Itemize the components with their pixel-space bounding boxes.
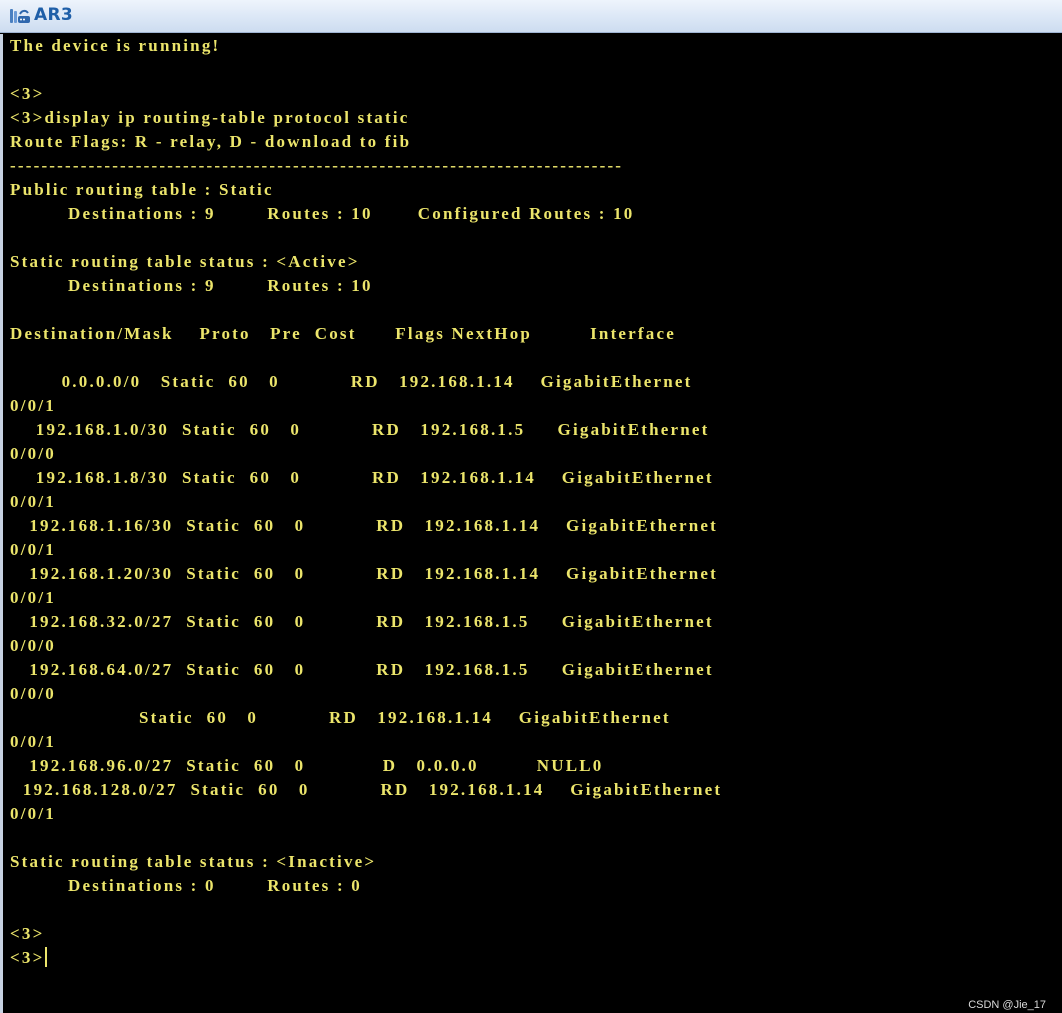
terminal-line: 0/0/1 (10, 396, 56, 415)
terminal-output: The device is running! <3> <3>display ip r… (10, 34, 1062, 970)
terminal-line: 192.168.1.8/30 Static 60 0 RD 192.168.1.… (10, 468, 714, 487)
terminal-line: <3> (10, 946, 1062, 970)
terminal-line: 0/0/1 (10, 804, 56, 823)
terminal-line: 192.168.64.0/27 Static 60 0 RD 192.168.1… (10, 660, 714, 679)
terminal-line: Static routing table status : <Inactive> (10, 852, 377, 871)
terminal-line: Destinations : 9 Routes : 10 (10, 276, 373, 295)
terminal-line: <3>display ip routing-table protocol sta… (10, 108, 410, 127)
router-app-icon (10, 9, 30, 23)
terminal-line: <3> (10, 924, 45, 943)
terminal-line: 0/0/1 (10, 732, 56, 751)
terminal-line: The device is running! (10, 36, 221, 55)
terminal-line: 0/0/1 (10, 540, 56, 559)
terminal-line: Destinations : 9 Routes : 10 Configured … (10, 204, 635, 223)
terminal-line: 0/0/0 (10, 684, 56, 703)
terminal-line: 192.168.1.16/30 Static 60 0 RD 192.168.1… (10, 516, 719, 535)
terminal-line: Destinations : 0 Routes : 0 (10, 876, 362, 895)
terminal-line: Destination/Mask Proto Pre Cost Flags Ne… (10, 324, 676, 343)
terminal-line: 192.168.32.0/27 Static 60 0 RD 192.168.1… (10, 612, 714, 631)
window-titlebar[interactable]: AR3 (0, 0, 1062, 33)
terminal-window: AR3 The device is running! <3> <3>display … (0, 0, 1062, 1013)
terminal-line: ----------------------------------------… (10, 156, 624, 175)
terminal-line: 0/0/0 (10, 636, 56, 655)
terminal-line: 192.168.96.0/27 Static 60 0 D 0.0.0.0 NU… (10, 756, 604, 775)
terminal-line: Static 60 0 RD 192.168.1.14 GigabitEther… (10, 708, 671, 727)
terminal-line: 192.168.128.0/27 Static 60 0 RD 192.168.… (10, 780, 723, 799)
terminal-line: 0/0/1 (10, 588, 56, 607)
terminal-console[interactable]: The device is running! <3> <3>display ip r… (0, 34, 1062, 1013)
terminal-line: Public routing table : Static (10, 180, 274, 199)
window-title: AR3 (34, 5, 73, 25)
terminal-line: 0/0/0 (10, 444, 56, 463)
terminal-line: 192.168.1.20/30 Static 60 0 RD 192.168.1… (10, 564, 719, 583)
text-cursor (45, 947, 48, 967)
terminal-line: Route Flags: R - relay, D - download to … (10, 132, 412, 151)
terminal-line: 0.0.0.0/0 Static 60 0 RD 192.168.1.14 Gi… (10, 372, 693, 391)
terminal-line: 192.168.1.0/30 Static 60 0 RD 192.168.1.… (10, 420, 710, 439)
terminal-line: <3> (10, 84, 45, 103)
terminal-line: Static routing table status : <Active> (10, 252, 360, 271)
watermark: CSDN @Jie_17 (968, 999, 1046, 1011)
terminal-line: 0/0/1 (10, 492, 56, 511)
